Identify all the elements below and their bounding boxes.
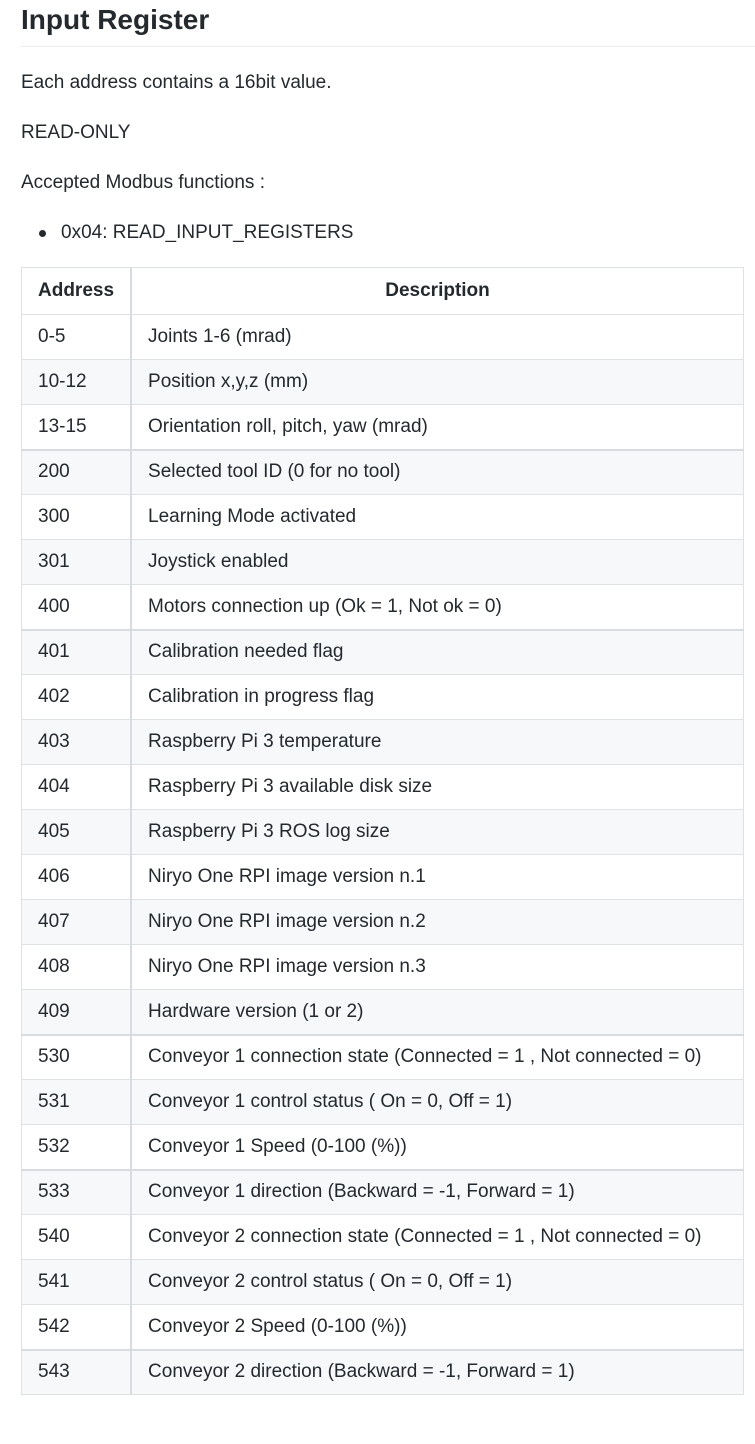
description-cell: Niryo One RPI image version n.3 [130, 944, 745, 990]
description-cell: Conveyor 2 connection state (Connected =… [130, 1214, 745, 1260]
table-row: 404 Raspberry Pi 3 available disk size [21, 764, 745, 810]
description-cell: Raspberry Pi 3 ROS log size [130, 809, 745, 855]
table-row: 402 Calibration in progress flag [21, 674, 745, 720]
functions-label: Accepted Modbus functions : [21, 172, 265, 193]
table-row: 409 Hardware version (1 or 2) [21, 989, 745, 1035]
address-cell: 533 [21, 1168, 133, 1215]
address-cell: 301 [21, 539, 133, 585]
address-cell: 532 [21, 1124, 133, 1170]
function-label: 0x04: READ_INPUT_REGISTERS [61, 222, 354, 243]
description-cell: Learning Mode activated [130, 494, 745, 540]
document-content: Input Register Each address contains a 1… [21, 0, 755, 1395]
address-cell: 541 [21, 1259, 133, 1305]
table-row: 407 Niryo One RPI image version n.2 [21, 899, 745, 945]
description-cell: Conveyor 1 direction (Backward = -1, For… [130, 1168, 745, 1215]
table-row: 301 Joystick enabled [21, 539, 745, 585]
table-row: 405 Raspberry Pi 3 ROS log size [21, 809, 745, 855]
table-row: 541 Conveyor 2 control status ( On = 0, O… [21, 1259, 745, 1305]
address-cell: 409 [21, 989, 133, 1035]
description-cell: Raspberry Pi 3 available disk size [130, 764, 745, 810]
description-cell: Selected tool ID (0 for no tool) [130, 448, 745, 495]
table-row: 401 Calibration needed flag [21, 628, 745, 675]
description-cell: Joints 1-6 (mrad) [130, 314, 745, 360]
description-cell: Calibration needed flag [130, 628, 745, 675]
table-row: 408 Niryo One RPI image version n.3 [21, 944, 745, 990]
address-cell: 531 [21, 1079, 133, 1125]
address-cell: 542 [21, 1304, 133, 1350]
description-cell: Conveyor 2 direction (Backward = -1, For… [130, 1348, 745, 1395]
table-header-row: Address Description [21, 267, 745, 315]
address-cell: 543 [21, 1348, 133, 1395]
table-row: 403 Raspberry Pi 3 temperature [21, 719, 745, 765]
address-cell: 404 [21, 764, 133, 810]
table-row: 13-15 Orientation roll, pitch, yaw (mrad) [21, 404, 745, 450]
description-cell: Conveyor 1 Speed (0-100 (%)) [130, 1124, 745, 1170]
table-row: 531 Conveyor 1 control status ( On = 0, O… [21, 1079, 745, 1125]
bullet-icon [39, 230, 46, 237]
address-cell: 405 [21, 809, 133, 855]
description-cell: Joystick enabled [130, 539, 745, 585]
address-column-header: Address [21, 267, 133, 315]
address-cell: 10-12 [21, 359, 133, 405]
address-cell: 402 [21, 674, 133, 720]
address-cell: 0-5 [21, 314, 133, 360]
table-row: 200 Selected tool ID (0 for no tool) [21, 448, 745, 495]
table-row: 300 Learning Mode activated [21, 494, 745, 540]
description-cell: Hardware version (1 or 2) [130, 989, 745, 1035]
description-cell: Raspberry Pi 3 temperature [130, 719, 745, 765]
table-row: 532 Conveyor 1 Speed (0-100 (%)) [21, 1124, 745, 1170]
description-cell: Niryo One RPI image version n.1 [130, 854, 745, 900]
description-cell: Orientation roll, pitch, yaw (mrad) [130, 404, 745, 450]
table-row: 406 Niryo One RPI image version n.1 [21, 854, 745, 900]
description-cell: Conveyor 1 control status ( On = 0, Off … [130, 1079, 745, 1125]
description-cell: Conveyor 2 Speed (0-100 (%)) [130, 1304, 745, 1350]
section-heading: Input Register [21, 0, 755, 47]
address-cell: 407 [21, 899, 133, 945]
table-row: 530 Conveyor 1 connection state (Connecte… [21, 1033, 745, 1080]
table-row: 543 Conveyor 2 direction (Backward = -1, … [21, 1348, 745, 1395]
address-cell: 403 [21, 719, 133, 765]
table-row: 540 Conveyor 2 connection state (Connecte… [21, 1214, 745, 1260]
description-column-header: Description [130, 267, 745, 315]
functions-list: 0x04: READ_INPUT_REGISTERS [21, 221, 353, 245]
description-cell: Position x,y,z (mm) [130, 359, 745, 405]
address-cell: 406 [21, 854, 133, 900]
table-row: 542 Conveyor 2 Speed (0-100 (%)) [21, 1304, 745, 1350]
table-row: 533 Conveyor 1 direction (Backward = -1, … [21, 1168, 745, 1215]
intro-text: Each address contains a 16bit value. [21, 72, 332, 93]
address-cell: 408 [21, 944, 133, 990]
register-table: Address Description 0-5 Joints 1-6 (mrad)… [21, 267, 745, 1395]
description-cell: Conveyor 2 control status ( On = 0, Off … [130, 1259, 745, 1305]
table-row: 0-5 Joints 1-6 (mrad) [21, 314, 745, 360]
address-cell: 300 [21, 494, 133, 540]
list-item: 0x04: READ_INPUT_REGISTERS [21, 221, 353, 245]
description-cell: Calibration in progress flag [130, 674, 745, 720]
address-cell: 13-15 [21, 404, 133, 450]
description-cell: Motors connection up (Ok = 1, Not ok = 0… [130, 584, 745, 630]
description-cell: Niryo One RPI image version n.2 [130, 899, 745, 945]
address-cell: 400 [21, 584, 133, 630]
address-cell: 540 [21, 1214, 133, 1260]
description-cell: Conveyor 1 connection state (Connected =… [130, 1033, 745, 1080]
access-text: READ-ONLY [21, 122, 131, 143]
table-body: 0-5 Joints 1-6 (mrad) 10-12 Position x,y,z … [21, 314, 745, 1395]
address-cell: 401 [21, 628, 133, 675]
table-row: 10-12 Position x,y,z (mm) [21, 359, 745, 405]
table-row: 400 Motors connection up (Ok = 1, Not ok … [21, 584, 745, 630]
address-cell: 200 [21, 448, 133, 495]
address-cell: 530 [21, 1033, 133, 1080]
